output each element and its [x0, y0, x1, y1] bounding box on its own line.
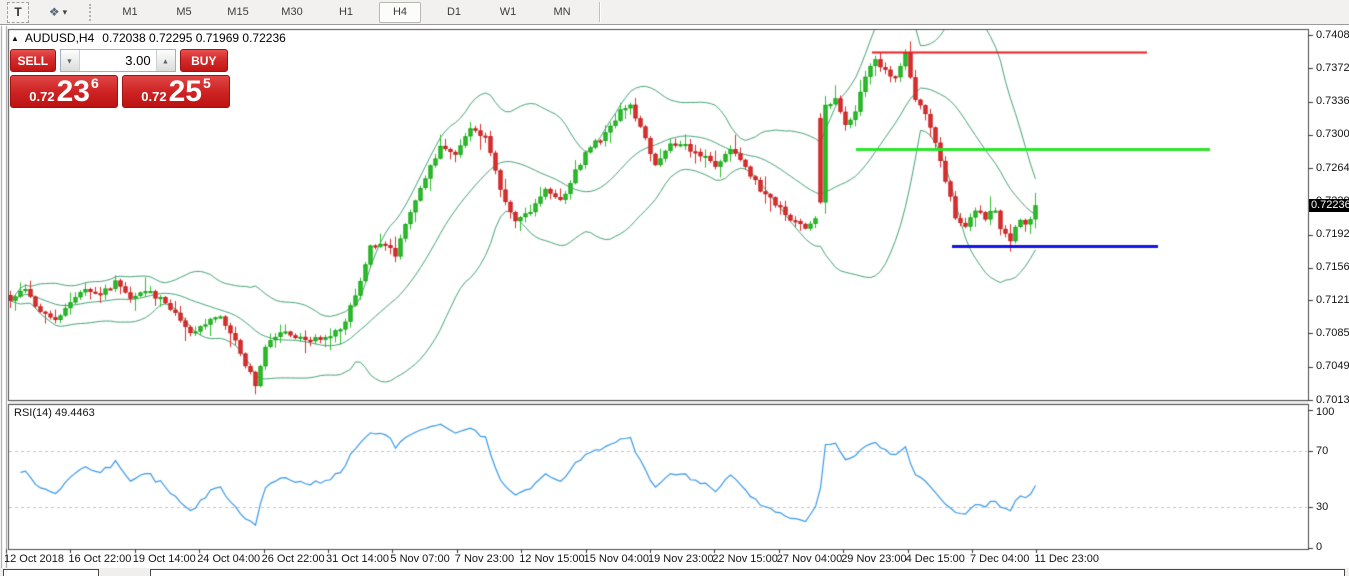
text-tool-button[interactable]: T	[7, 1, 29, 23]
rsi-level-label: 70	[1316, 445, 1329, 458]
price-tick-label: 0.73000	[1316, 128, 1349, 141]
arrows-tool-button[interactable]: ❖ ▾	[43, 3, 73, 22]
time-axis-label: 11 Dec 23:00	[1034, 553, 1100, 565]
sell-price-big: 23	[56, 75, 90, 108]
top-toolbar: T ❖ ▾ M1 M5 M15 M30 H1 H4 D1 W1 MN	[0, 0, 1349, 25]
time-axis-label: 15 Nov 04:00	[583, 553, 650, 565]
docked-panel-edge[interactable]	[3, 569, 99, 576]
collapse-triangle-icon[interactable]: ▲	[11, 34, 19, 43]
time-axis-label: 5 Nov 07:00	[390, 553, 450, 565]
last-price-tag: 0.72236	[1309, 198, 1349, 212]
timeframe-button-d1[interactable]: D1	[433, 2, 475, 23]
one-click-price-row: 0.72 23 6 0.72 25 5	[10, 75, 230, 108]
buy-price-box[interactable]: 0.72 25 5	[122, 75, 230, 108]
buy-button[interactable]: BUY	[179, 49, 228, 72]
panel-splitter[interactable]	[8, 400, 1308, 405]
buy-price-prefix: 0.72	[141, 89, 167, 104]
time-axis-label: 29 Nov 23:00	[841, 553, 907, 565]
ohlc-values: 0.72038 0.72295 0.71969 0.72236	[102, 31, 286, 45]
timeframe-button-group: M1 M5 M15 M30 H1 H4 D1 W1 MN	[103, 1, 589, 23]
price-tick-label: 0.70850	[1316, 326, 1349, 339]
up-arrow-icon: ▲	[162, 56, 170, 65]
rsi-indicator-label: RSI(14) 49.4463	[14, 407, 95, 419]
buy-price-big: 25	[168, 75, 202, 108]
one-click-top-row: SELL ▼ ▲ BUY	[10, 49, 228, 72]
buy-price-sup: 5	[202, 75, 211, 91]
docked-panel-edge[interactable]	[150, 569, 1345, 576]
time-axis-label: 19 Oct 14:00	[132, 553, 196, 565]
time-axis-label: 26 Oct 22:00	[261, 553, 325, 565]
sell-price-prefix: 0.72	[29, 89, 55, 104]
arrows-tool-icon: ❖	[48, 5, 60, 19]
price-tick-label: 0.70490	[1316, 360, 1349, 373]
down-arrow-icon: ▼	[66, 56, 74, 65]
volume-input[interactable]	[79, 50, 156, 71]
time-axis-label: 27 Nov 04:00	[776, 553, 843, 565]
dropdown-caret-icon: ▾	[62, 6, 68, 17]
price-tick-label: 0.73720	[1316, 61, 1349, 74]
rsi-level-label: 100	[1316, 406, 1335, 418]
sell-price-sup: 6	[90, 75, 99, 91]
time-axis-label: 12 Oct 2018	[4, 553, 64, 565]
price-tick-label: 0.70130	[1316, 393, 1349, 406]
timeframe-button-h1[interactable]: H1	[325, 2, 367, 23]
volume-group: ▼ ▲	[59, 49, 176, 72]
volume-increase-button[interactable]: ▲	[155, 50, 175, 71]
price-tick-label: 0.74080	[1316, 28, 1349, 41]
time-axis-label: 12 Nov 15:00	[519, 553, 585, 565]
symbol-header: ▲ AUDUSD,H4 0.72038 0.72295 0.71969 0.72…	[11, 31, 286, 45]
one-click-trading-panel: SELL ▼ ▲ BUY 0.72 23 6 0.72 25 5	[10, 49, 230, 108]
timeframe-button-m15[interactable]: M15	[217, 2, 259, 23]
price-tick-label: 0.71560	[1316, 261, 1349, 274]
time-axis-label: 22 Nov 15:00	[712, 553, 778, 565]
time-axis-label: 19 Nov 23:00	[648, 553, 714, 565]
price-tick-label: 0.71210	[1316, 293, 1349, 306]
rsi-level-label: 0	[1316, 541, 1323, 553]
bottom-strip	[0, 568, 1349, 576]
time-axis-label: 4 Dec 15:00	[905, 553, 965, 565]
timeframe-button-m30[interactable]: M30	[271, 2, 313, 23]
time-axis-label: 31 Oct 14:00	[326, 553, 389, 565]
price-tick-label: 0.72640	[1316, 161, 1349, 174]
volume-decrease-button[interactable]: ▼	[60, 50, 80, 71]
timeframe-button-m5[interactable]: M5	[163, 2, 205, 23]
mt4-chart-window: T ❖ ▾ M1 M5 M15 M30 H1 H4 D1 W1 MN ▲ AUDUSD,H4 0…	[0, 0, 1349, 576]
rsi-level-label: 30	[1316, 500, 1329, 513]
price-tick-label: 0.73360	[1316, 95, 1349, 108]
toolbar-grip[interactable]	[89, 3, 95, 21]
chart-title: AUDUSD,H4	[24, 31, 95, 45]
toolbar-separator	[599, 2, 600, 22]
time-axis-label: 16 Oct 22:00	[68, 553, 132, 565]
time-axis-label: 7 Nov 23:00	[454, 553, 515, 565]
price-tick-label: 0.71920	[1316, 228, 1349, 241]
timeframe-button-m1[interactable]: M1	[109, 2, 151, 23]
sell-button[interactable]: SELL	[10, 49, 56, 72]
time-axis-label: 24 Oct 04:00	[197, 553, 261, 565]
sell-price-box[interactable]: 0.72 23 6	[10, 75, 118, 108]
timeframe-button-h4[interactable]: H4	[379, 1, 421, 23]
time-axis-label: 7 Dec 04:00	[970, 553, 1030, 565]
timeframe-button-w1[interactable]: W1	[487, 2, 529, 23]
timeframe-button-mn[interactable]: MN	[541, 2, 583, 23]
